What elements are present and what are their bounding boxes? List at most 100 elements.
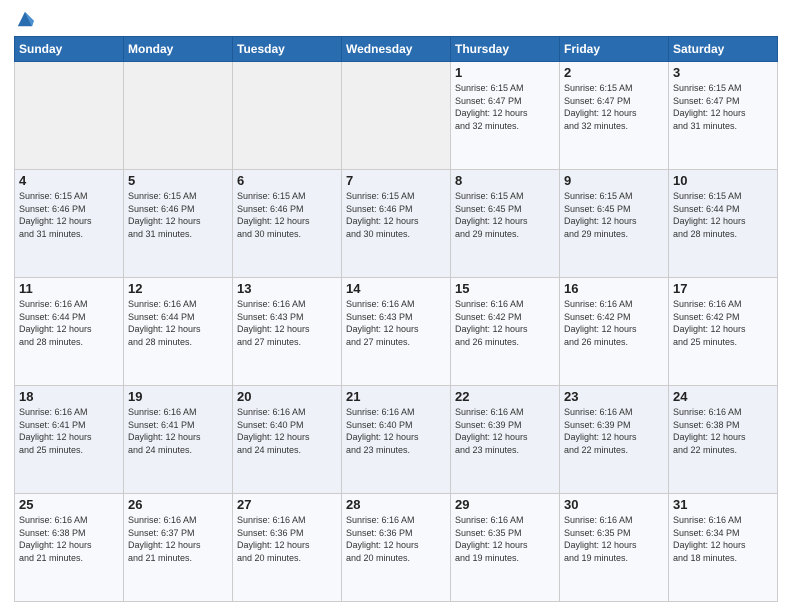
calendar-cell: 30Sunrise: 6:16 AM Sunset: 6:35 PM Dayli… (560, 494, 669, 602)
calendar-cell: 21 Sunrise: 6:16 AM Sunset: 6:40 PM Dayli… (342, 386, 451, 494)
calendar-cell (233, 62, 342, 170)
day-detail: Sunrise: 6:16 AM Sunset: 6:39 PM Dayligh… (564, 406, 664, 456)
day-number: 16 (564, 281, 664, 296)
day-detail: Sunrise: 6:16 AM Sunset: 6:35 PM Dayligh… (564, 514, 664, 564)
day-detail: Sunrise: 6:16 AM Sunset: 6:42 PM Dayligh… (673, 298, 773, 348)
calendar-cell: 29 Sunrise: 6:16 AM Sunset: 6:35 PM Dayli… (451, 494, 560, 602)
calendar-day-header: Tuesday (233, 37, 342, 62)
calendar-cell: 1 Sunrise: 6:15 AM Sunset: 6:47 PM Daylig… (451, 62, 560, 170)
calendar-cell: 18 Sunrise: 6:16 AM Sunset: 6:41 PM Dayli… (15, 386, 124, 494)
day-detail: Sunrise: 6:16 AM Sunset: 6:40 PM Dayligh… (237, 406, 337, 456)
day-detail: Sunrise: 6:16 AM Sunset: 6:34 PM Dayligh… (673, 514, 773, 564)
calendar-cell (15, 62, 124, 170)
calendar-week-row: 11 Sunrise: 6:16 AM Sunset: 6:44 PM Dayli… (15, 278, 778, 386)
day-detail: Sunrise: 6:15 AM Sunset: 6:44 PM Dayligh… (673, 190, 773, 240)
day-number: 21 (346, 389, 446, 404)
calendar-week-row: 18 Sunrise: 6:16 AM Sunset: 6:41 PM Dayli… (15, 386, 778, 494)
day-detail: Sunrise: 6:15 AM Sunset: 6:45 PM Dayligh… (564, 190, 664, 240)
day-number: 24 (673, 389, 773, 404)
calendar-day-header: Saturday (669, 37, 778, 62)
day-number: 15 (455, 281, 555, 296)
calendar-cell: 31 Sunrise: 6:16 AM Sunset: 6:34 PM Dayli… (669, 494, 778, 602)
calendar-cell: 22 Sunrise: 6:16 AM Sunset: 6:39 PM Dayli… (451, 386, 560, 494)
day-detail: Sunrise: 6:16 AM Sunset: 6:36 PM Dayligh… (237, 514, 337, 564)
calendar-cell: 6 Sunrise: 6:15 AM Sunset: 6:46 PM Daylig… (233, 170, 342, 278)
day-number: 31 (673, 497, 773, 512)
day-detail: Sunrise: 6:15 AM Sunset: 6:46 PM Dayligh… (19, 190, 119, 240)
day-detail: Sunrise: 6:15 AM Sunset: 6:46 PM Dayligh… (346, 190, 446, 240)
calendar-table: SundayMondayTuesdayWednesdayThursdayFrid… (14, 36, 778, 602)
calendar-day-header: Wednesday (342, 37, 451, 62)
calendar-cell: 23 Sunrise: 6:16 AM Sunset: 6:39 PM Dayli… (560, 386, 669, 494)
day-detail: Sunrise: 6:15 AM Sunset: 6:47 PM Dayligh… (564, 82, 664, 132)
day-detail: Sunrise: 6:16 AM Sunset: 6:37 PM Dayligh… (128, 514, 228, 564)
calendar-cell: 2 Sunrise: 6:15 AM Sunset: 6:47 PM Daylig… (560, 62, 669, 170)
day-detail: Sunrise: 6:16 AM Sunset: 6:38 PM Dayligh… (19, 514, 119, 564)
day-number: 25 (19, 497, 119, 512)
calendar-week-row: 1 Sunrise: 6:15 AM Sunset: 6:47 PM Daylig… (15, 62, 778, 170)
calendar-cell: 20Sunrise: 6:16 AM Sunset: 6:40 PM Dayli… (233, 386, 342, 494)
day-number: 17 (673, 281, 773, 296)
calendar-cell: 15 Sunrise: 6:16 AM Sunset: 6:42 PM Dayli… (451, 278, 560, 386)
day-number: 23 (564, 389, 664, 404)
day-detail: Sunrise: 6:15 AM Sunset: 6:45 PM Dayligh… (455, 190, 555, 240)
logo (14, 14, 34, 28)
calendar-cell: 24Sunrise: 6:16 AM Sunset: 6:38 PM Dayli… (669, 386, 778, 494)
calendar-week-row: 4Sunrise: 6:15 AM Sunset: 6:46 PM Daylig… (15, 170, 778, 278)
calendar-cell: 12Sunrise: 6:16 AM Sunset: 6:44 PM Dayli… (124, 278, 233, 386)
calendar-cell: 10Sunrise: 6:15 AM Sunset: 6:44 PM Dayli… (669, 170, 778, 278)
day-detail: Sunrise: 6:16 AM Sunset: 6:41 PM Dayligh… (128, 406, 228, 456)
day-number: 14 (346, 281, 446, 296)
day-detail: Sunrise: 6:16 AM Sunset: 6:43 PM Dayligh… (346, 298, 446, 348)
day-number: 13 (237, 281, 337, 296)
calendar-cell (342, 62, 451, 170)
day-detail: Sunrise: 6:16 AM Sunset: 6:39 PM Dayligh… (455, 406, 555, 456)
day-number: 8 (455, 173, 555, 188)
calendar-week-row: 25 Sunrise: 6:16 AM Sunset: 6:38 PM Dayli… (15, 494, 778, 602)
day-number: 27 (237, 497, 337, 512)
calendar-cell: 11 Sunrise: 6:16 AM Sunset: 6:44 PM Dayli… (15, 278, 124, 386)
calendar-cell: 27 Sunrise: 6:16 AM Sunset: 6:36 PM Dayli… (233, 494, 342, 602)
day-detail: Sunrise: 6:16 AM Sunset: 6:42 PM Dayligh… (455, 298, 555, 348)
day-number: 18 (19, 389, 119, 404)
day-number: 9 (564, 173, 664, 188)
day-number: 7 (346, 173, 446, 188)
calendar-cell: 25 Sunrise: 6:16 AM Sunset: 6:38 PM Dayli… (15, 494, 124, 602)
day-detail: Sunrise: 6:15 AM Sunset: 6:47 PM Dayligh… (455, 82, 555, 132)
day-detail: Sunrise: 6:16 AM Sunset: 6:35 PM Dayligh… (455, 514, 555, 564)
calendar-cell: 3 Sunrise: 6:15 AM Sunset: 6:47 PM Daylig… (669, 62, 778, 170)
day-number: 26 (128, 497, 228, 512)
calendar-cell: 28Sunrise: 6:16 AM Sunset: 6:36 PM Dayli… (342, 494, 451, 602)
calendar-cell: 4Sunrise: 6:15 AM Sunset: 6:46 PM Daylig… (15, 170, 124, 278)
calendar-cell: 8 Sunrise: 6:15 AM Sunset: 6:45 PM Daylig… (451, 170, 560, 278)
calendar-cell: 7 Sunrise: 6:15 AM Sunset: 6:46 PM Daylig… (342, 170, 451, 278)
day-number: 29 (455, 497, 555, 512)
day-number: 3 (673, 65, 773, 80)
day-detail: Sunrise: 6:16 AM Sunset: 6:40 PM Dayligh… (346, 406, 446, 456)
day-number: 1 (455, 65, 555, 80)
day-detail: Sunrise: 6:15 AM Sunset: 6:46 PM Dayligh… (237, 190, 337, 240)
day-number: 22 (455, 389, 555, 404)
calendar-cell: 13 Sunrise: 6:16 AM Sunset: 6:43 PM Dayli… (233, 278, 342, 386)
day-number: 2 (564, 65, 664, 80)
calendar-day-header: Friday (560, 37, 669, 62)
day-detail: Sunrise: 6:16 AM Sunset: 6:43 PM Dayligh… (237, 298, 337, 348)
day-detail: Sunrise: 6:16 AM Sunset: 6:36 PM Dayligh… (346, 514, 446, 564)
day-detail: Sunrise: 6:16 AM Sunset: 6:44 PM Dayligh… (19, 298, 119, 348)
day-number: 19 (128, 389, 228, 404)
calendar-cell: 14 Sunrise: 6:16 AM Sunset: 6:43 PM Dayli… (342, 278, 451, 386)
day-detail: Sunrise: 6:16 AM Sunset: 6:41 PM Dayligh… (19, 406, 119, 456)
day-number: 6 (237, 173, 337, 188)
calendar-cell: 5Sunrise: 6:15 AM Sunset: 6:46 PM Daylig… (124, 170, 233, 278)
calendar-cell: 9 Sunrise: 6:15 AM Sunset: 6:45 PM Daylig… (560, 170, 669, 278)
calendar-day-header: Thursday (451, 37, 560, 62)
day-detail: Sunrise: 6:16 AM Sunset: 6:42 PM Dayligh… (564, 298, 664, 348)
day-number: 5 (128, 173, 228, 188)
calendar-cell (124, 62, 233, 170)
page: SundayMondayTuesdayWednesdayThursdayFrid… (0, 0, 792, 612)
calendar-cell: 16 Sunrise: 6:16 AM Sunset: 6:42 PM Dayli… (560, 278, 669, 386)
logo-icon (16, 10, 34, 28)
day-number: 11 (19, 281, 119, 296)
day-detail: Sunrise: 6:15 AM Sunset: 6:47 PM Dayligh… (673, 82, 773, 132)
calendar-day-header: Sunday (15, 37, 124, 62)
